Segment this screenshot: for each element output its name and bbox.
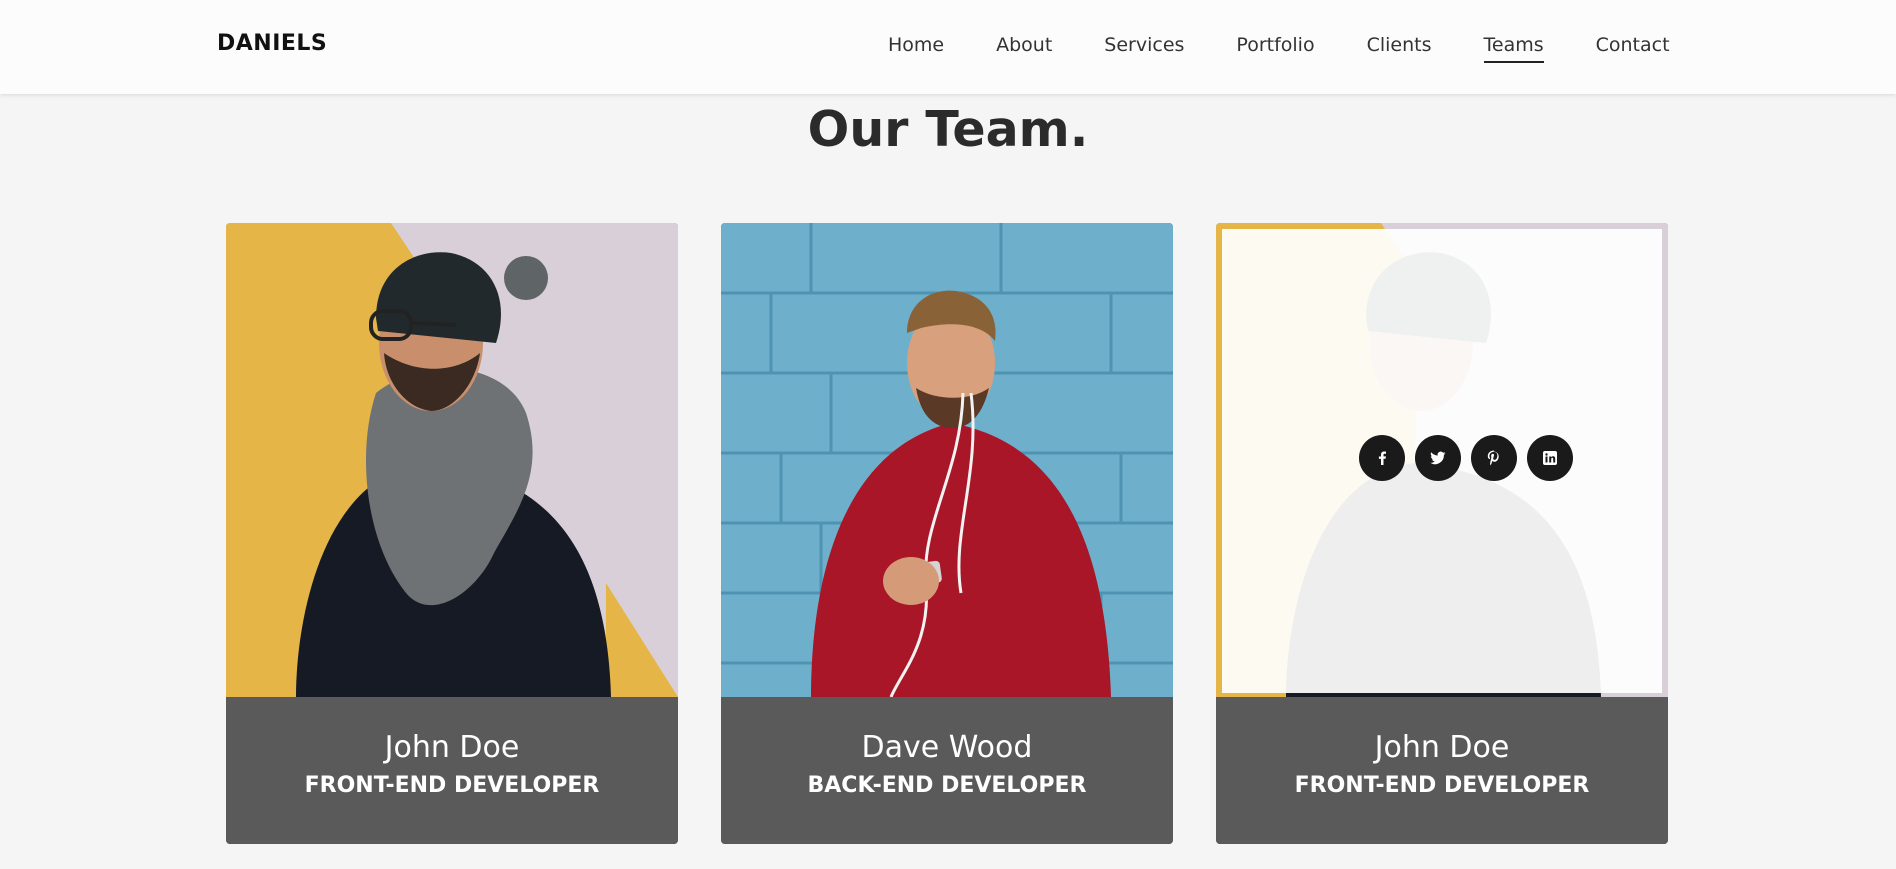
facebook-icon bbox=[1378, 451, 1386, 465]
nav-link-contact[interactable]: Contact bbox=[1596, 33, 1670, 63]
team-card[interactable]: John Doe FRONT-END DEVELOPER bbox=[226, 223, 678, 844]
nav-link-home[interactable]: Home bbox=[888, 33, 944, 63]
nav-link-clients[interactable]: Clients bbox=[1367, 33, 1432, 63]
nav-link-about[interactable]: About bbox=[996, 33, 1052, 63]
member-name: John Doe bbox=[1374, 730, 1510, 765]
member-photo bbox=[1216, 223, 1668, 697]
twitter-button[interactable] bbox=[1415, 435, 1461, 481]
nav-link-services[interactable]: Services bbox=[1104, 33, 1184, 63]
section-title: Our Team. bbox=[807, 101, 1089, 158]
member-photo bbox=[721, 223, 1173, 697]
member-info: John Doe FRONT-END DEVELOPER bbox=[226, 698, 678, 844]
member-role: FRONT-END DEVELOPER bbox=[304, 773, 600, 798]
nav-menu: Home About Services Portfolio Clients Te… bbox=[888, 33, 1670, 63]
member-photo bbox=[226, 223, 678, 697]
member-role: FRONT-END DEVELOPER bbox=[1294, 773, 1590, 798]
brand-logo[interactable]: DANIELS bbox=[217, 31, 327, 56]
pinterest-icon bbox=[1487, 450, 1499, 466]
pinterest-button[interactable] bbox=[1471, 435, 1517, 481]
member-info: John Doe FRONT-END DEVELOPER bbox=[1216, 698, 1668, 844]
facebook-button[interactable] bbox=[1359, 435, 1405, 481]
social-links bbox=[1359, 435, 1573, 481]
nav-link-portfolio[interactable]: Portfolio bbox=[1236, 33, 1314, 63]
twitter-icon bbox=[1430, 451, 1446, 465]
nav-link-teams[interactable]: Teams bbox=[1483, 33, 1544, 63]
hover-overlay bbox=[1222, 229, 1662, 693]
member-info: Dave Wood BACK-END DEVELOPER bbox=[721, 698, 1173, 844]
linkedin-button[interactable] bbox=[1527, 435, 1573, 481]
team-card[interactable]: Dave Wood BACK-END DEVELOPER bbox=[721, 223, 1173, 844]
member-role: BACK-END DEVELOPER bbox=[807, 773, 1087, 798]
member-name: Dave Wood bbox=[861, 730, 1033, 765]
member-name: John Doe bbox=[384, 730, 520, 765]
team-card[interactable]: John Doe FRONT-END DEVELOPER bbox=[1216, 223, 1668, 844]
linkedin-icon bbox=[1543, 451, 1557, 465]
navbar: DANIELS Home About Services Portfolio Cl… bbox=[0, 0, 1896, 94]
